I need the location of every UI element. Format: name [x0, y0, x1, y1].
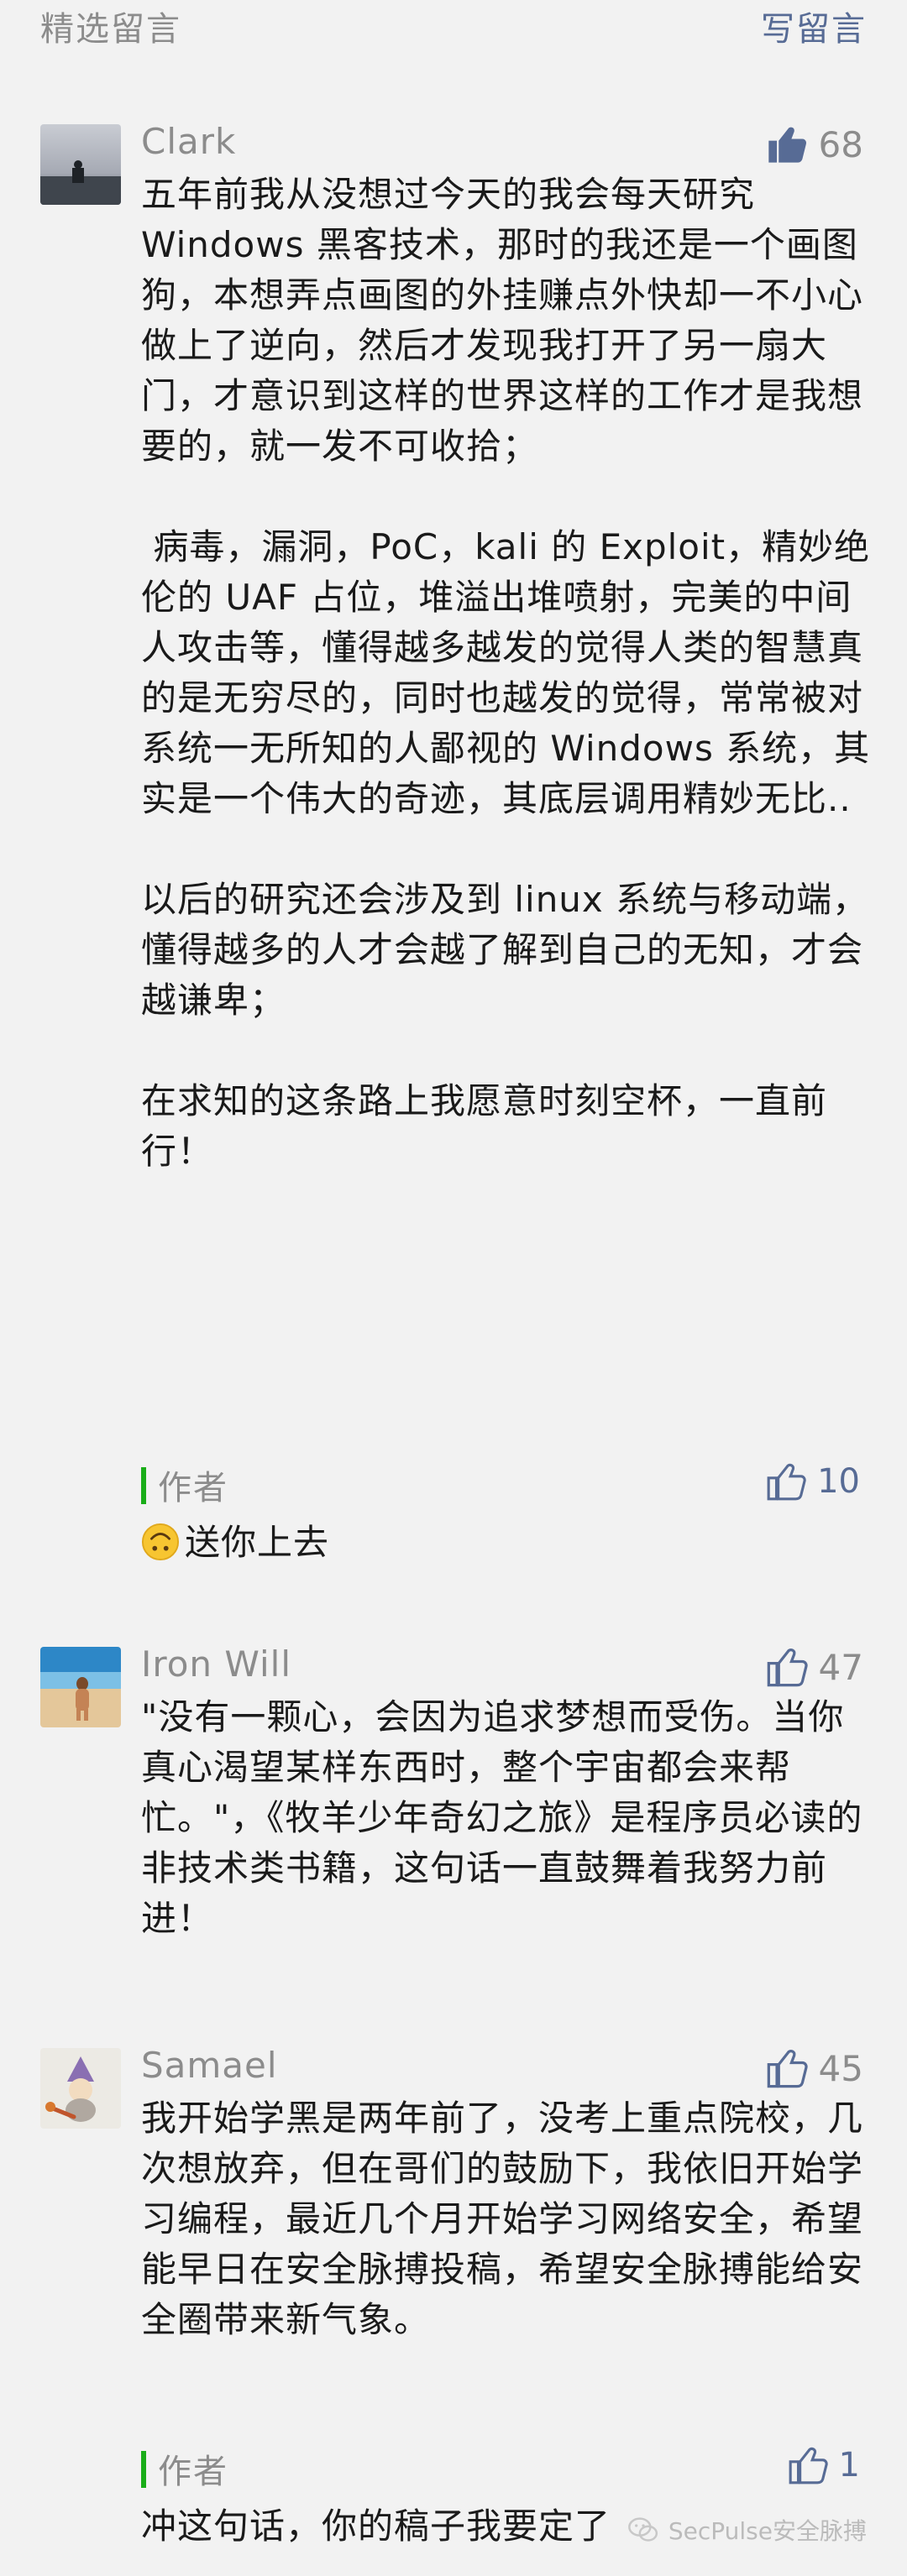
comments-header: 精选留言 写留言	[0, 0, 907, 50]
thumbs-up-outline-icon	[767, 1649, 808, 1687]
avatar[interactable]	[40, 124, 121, 205]
avatar[interactable]	[40, 2048, 121, 2129]
thumbs-up-outline-icon	[767, 2050, 808, 2088]
comment-text: 五年前我从没想过今天的我会每天研究Windows 黑客技术，那时的我还是一个画图…	[141, 174, 871, 1172]
reply-like-count: 1	[838, 2446, 860, 2485]
reply-author-label: 作者	[158, 1469, 228, 1507]
reply-message: 送你上去	[185, 1522, 330, 1563]
reply-like-button[interactable]: 1	[787, 2444, 860, 2486]
comment-author[interactable]: Clark	[141, 121, 236, 162]
thumbs-up-outline-icon	[767, 1463, 806, 1501]
comment-text: 我开始学黑是两年前了，没考上重点院校，几次想放弃，但在哥们的鼓励下，我依旧开始学…	[141, 2098, 864, 2340]
comment-author[interactable]: Samael	[141, 2045, 278, 2086]
like-count: 45	[818, 2047, 863, 2089]
avatar-image	[40, 124, 121, 205]
reply-indicator-bar	[141, 2451, 146, 2488]
thumbs-up-filled-icon	[768, 127, 806, 163]
write-comment-link[interactable]: 写留言	[761, 2, 867, 50]
like-button[interactable]: 68	[765, 121, 863, 168]
thumbs-up-outline-icon	[789, 2447, 828, 2485]
like-count: 47	[818, 1646, 863, 1688]
watermark-text: SecPulse安全脉搏	[668, 2517, 867, 2545]
author-reply-header: 作者 10	[141, 1462, 872, 1509]
avatar[interactable]	[40, 1647, 121, 1727]
like-count: 68	[818, 123, 863, 165]
like-button[interactable]: 45	[765, 2045, 863, 2092]
wechat-logo-icon	[627, 2517, 658, 2542]
author-reply-header: 作者 1	[141, 2446, 872, 2493]
avatar-image	[40, 2048, 121, 2129]
reply-like-button[interactable]: 10	[765, 1460, 860, 1502]
comment-author[interactable]: Iron Will	[141, 1643, 291, 1685]
avatar-image	[40, 1647, 121, 1727]
like-button[interactable]: 47	[765, 1643, 863, 1690]
reply-indicator-bar	[141, 1467, 146, 1504]
featured-comments-title: 精选留言	[40, 10, 181, 49]
watermark: SecPulse安全脉搏	[627, 2513, 867, 2547]
reply-like-count: 10	[817, 1462, 860, 1501]
reply-author-label: 作者	[158, 2453, 228, 2491]
upside-down-face-icon	[141, 1523, 180, 1561]
author-reply-text: 送你上去	[141, 1518, 872, 1568]
comment-text: "没有一颗心，会因为追求梦想而受伤。当你真心渴望某样东西时，整个宇宙都会来帮忙。…	[141, 1696, 863, 1939]
